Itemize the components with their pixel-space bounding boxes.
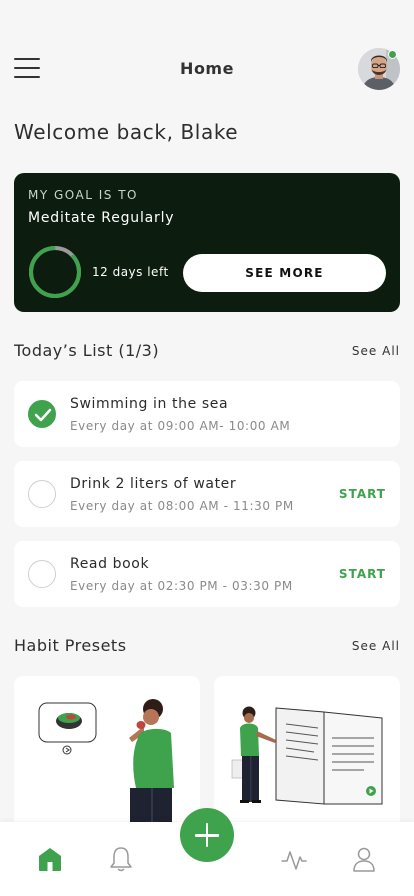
task-item[interactable]: Swimming in the sea Every day at 09:00 A… xyxy=(14,381,400,447)
goal-name: Meditate Regularly xyxy=(28,210,175,226)
welcome-heading: Welcome back, Blake xyxy=(14,120,239,144)
habit-preset-card[interactable] xyxy=(214,676,400,846)
see-more-button[interactable]: SEE MORE xyxy=(183,254,386,292)
profile-icon[interactable] xyxy=(349,844,379,874)
task-title: Drink 2 liters of water xyxy=(70,476,237,492)
plus-icon-vertical xyxy=(205,823,209,847)
task-time: Every day at 02:30 PM - 03:30 PM xyxy=(70,579,293,593)
task-time: Every day at 08:00 AM - 11:30 PM xyxy=(70,499,294,513)
activity-icon[interactable] xyxy=(279,844,309,874)
todays-list-header: Today’s List (1/3) See All xyxy=(14,341,400,365)
checkbox-circle-icon[interactable] xyxy=(28,560,56,588)
task-title: Read book xyxy=(70,556,150,572)
top-bar: Home xyxy=(0,40,414,100)
reading-illustration xyxy=(231,706,383,805)
add-habit-button[interactable] xyxy=(180,808,234,862)
goal-progress-ring xyxy=(29,246,81,298)
goal-days-left: 12 days left xyxy=(92,265,169,279)
check-icon[interactable] xyxy=(28,400,56,428)
start-button[interactable]: START xyxy=(339,487,386,501)
task-title: Swimming in the sea xyxy=(70,396,229,412)
todays-list-title: Today’s List (1/3) xyxy=(14,341,160,360)
goal-kicker: MY GOAL IS TO xyxy=(28,188,138,202)
online-status-dot xyxy=(388,50,397,59)
habit-presets-see-all-link[interactable]: See All xyxy=(352,639,400,653)
home-icon[interactable] xyxy=(35,844,65,874)
bell-icon[interactable] xyxy=(106,844,136,874)
habit-presets-header: Habit Presets See All xyxy=(14,636,400,660)
healthy-eating-illustration xyxy=(38,699,174,846)
task-item[interactable]: Read book Every day at 02:30 PM - 03:30 … xyxy=(14,541,400,607)
task-item[interactable]: Drink 2 liters of water Every day at 08:… xyxy=(14,461,400,527)
page-title: Home xyxy=(180,59,234,78)
checkbox-circle-icon[interactable] xyxy=(28,480,56,508)
habit-preset-card[interactable] xyxy=(14,676,200,846)
todays-list-see-all-link[interactable]: See All xyxy=(352,344,400,358)
start-button[interactable]: START xyxy=(339,567,386,581)
task-time: Every day at 09:00 AM- 10:00 AM xyxy=(70,419,291,433)
goal-card: MY GOAL IS TO Meditate Regularly 12 days… xyxy=(14,173,400,312)
habit-presets-title: Habit Presets xyxy=(14,636,127,655)
